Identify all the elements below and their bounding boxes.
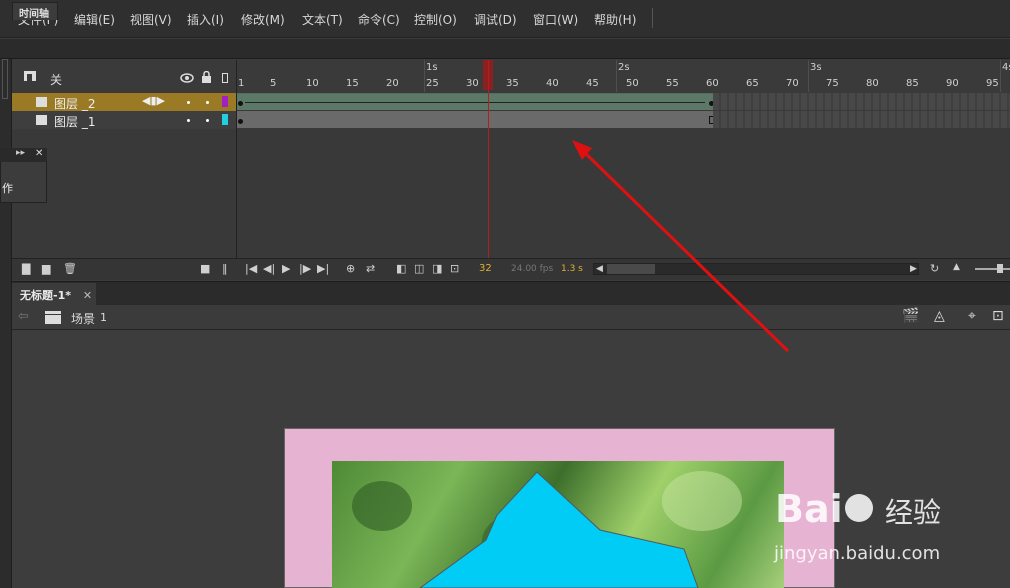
watermark-url: jingyan.baidu.com — [774, 543, 941, 564]
watermark-suffix: 经验 — [885, 496, 941, 529]
watermark-brand: Bai — [775, 487, 843, 531]
star-shape[interactable] — [419, 471, 699, 588]
watermark-logo: Bai 经验 — [775, 478, 955, 541]
annotation-arrow-line — [578, 146, 790, 353]
